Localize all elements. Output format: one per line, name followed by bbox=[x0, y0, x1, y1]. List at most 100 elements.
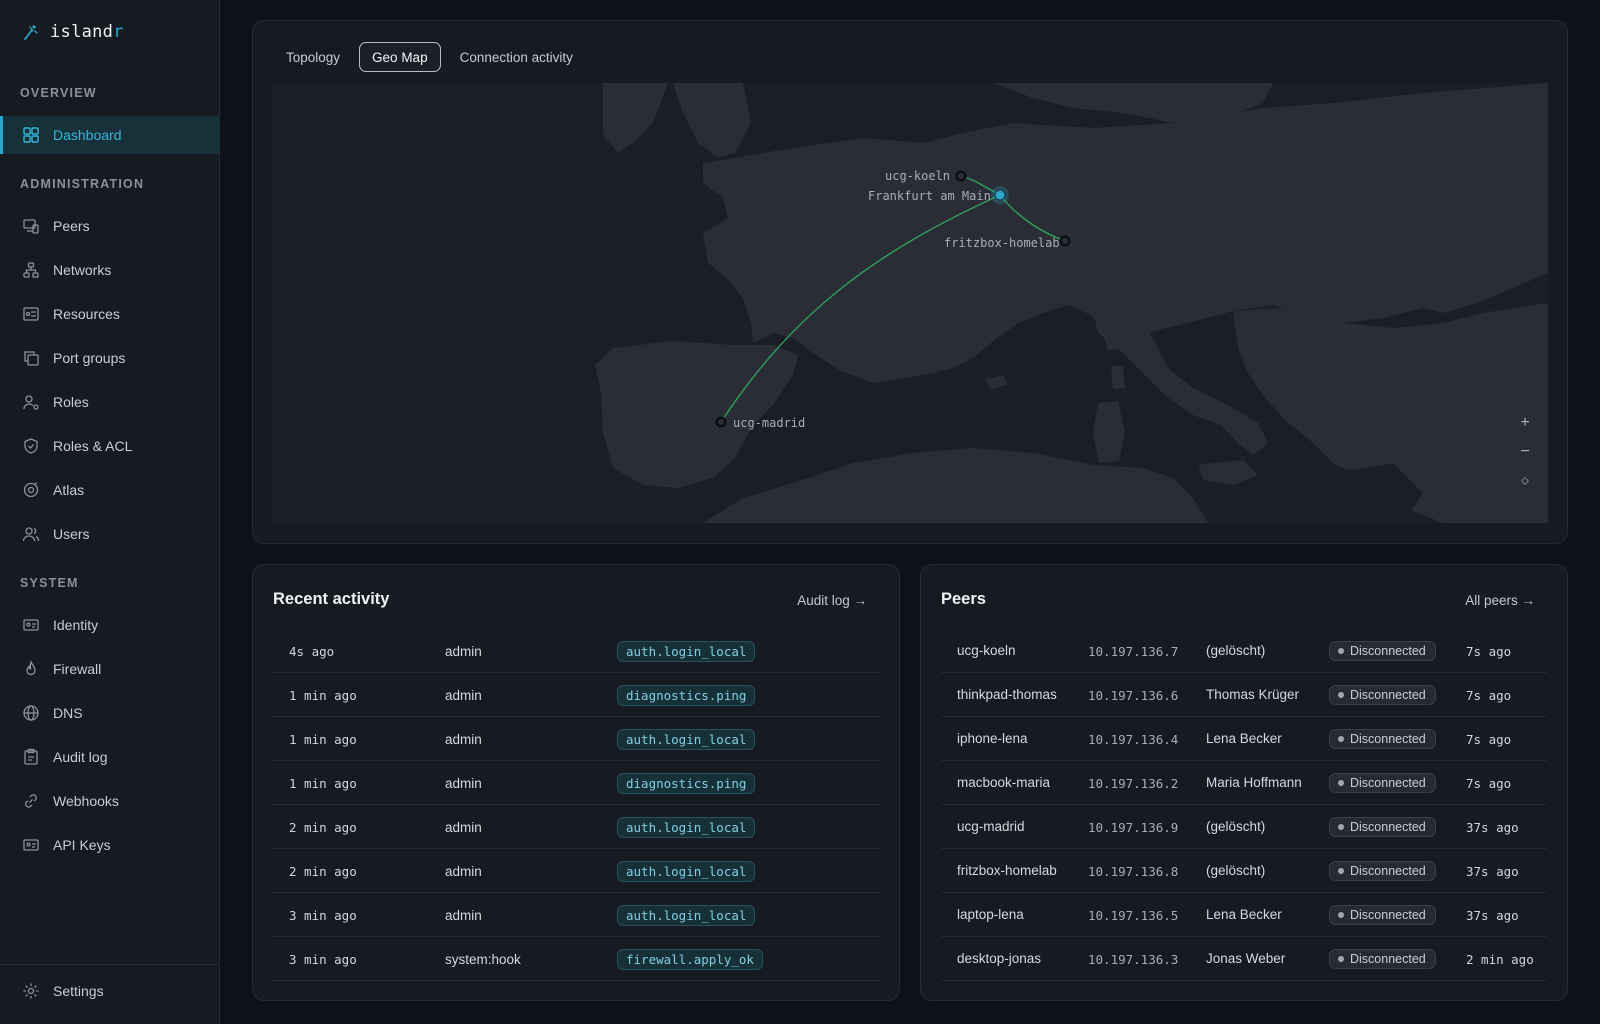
status-label: Disconnected bbox=[1350, 688, 1426, 702]
sidebar-item-port-groups[interactable]: Port groups bbox=[0, 339, 219, 377]
card-title: Recent activity bbox=[273, 590, 390, 608]
status-dot-icon bbox=[1338, 868, 1344, 874]
sidebar-item-roles[interactable]: Roles bbox=[0, 383, 219, 421]
activity-row[interactable]: 1 min ago admin diagnostics.ping bbox=[273, 761, 879, 805]
sidebar-item-atlas[interactable]: Atlas bbox=[0, 471, 219, 509]
sidebar-item-dns[interactable]: DNS bbox=[0, 694, 219, 732]
activity-row[interactable]: 2 min ago admin auth.login_local bbox=[273, 805, 879, 849]
activity-row[interactable]: 3 min ago admin auth.login_local bbox=[273, 893, 879, 937]
tab-connection-activity[interactable]: Connection activity bbox=[447, 42, 586, 72]
activity-actor: admin bbox=[445, 819, 482, 835]
tab-topology[interactable]: Topology bbox=[273, 42, 353, 72]
sidebar-item-firewall[interactable]: Firewall bbox=[0, 650, 219, 688]
sidebar-item-label: Peers bbox=[53, 218, 90, 234]
geo-map[interactable]: ucg-koeln Frankfurt am Main fritzbox-hom… bbox=[273, 83, 1548, 523]
sidebar-item-webhooks[interactable]: Webhooks bbox=[0, 782, 219, 820]
status-badge: Disconnected bbox=[1329, 729, 1436, 749]
target-icon bbox=[22, 481, 40, 499]
peer-row[interactable]: fritzbox-homelab 10.197.136.8 (gelöscht) Di… bbox=[941, 849, 1547, 893]
peer-row[interactable]: ucg-koeln 10.197.136.7 (gelöscht) Disconnec… bbox=[941, 629, 1547, 673]
peer-name[interactable]: fritzbox-homelab bbox=[957, 849, 1067, 893]
status-dot-icon bbox=[1338, 736, 1344, 742]
tab-geo-map[interactable]: Geo Map bbox=[359, 42, 441, 72]
peer-row[interactable]: macbook-maria 10.197.136.2 Maria Hoffmann D… bbox=[941, 761, 1547, 805]
peer-owner: Maria Hoffmann bbox=[1206, 775, 1302, 790]
sidebar-item-peers[interactable]: Peers bbox=[0, 207, 219, 245]
status-badge: Disconnected bbox=[1329, 861, 1436, 881]
logo[interactable]: islandr bbox=[22, 20, 124, 44]
peer-name[interactable]: thinkpad-thomas bbox=[957, 673, 1067, 717]
audit-log-link[interactable]: Audit log → bbox=[797, 593, 867, 608]
peer-last-seen: 7s ago bbox=[1466, 643, 1512, 659]
peer-name[interactable]: desktop-jonas bbox=[957, 937, 1067, 981]
sidebar-item-resources[interactable]: Resources bbox=[0, 295, 219, 333]
card-title: Peers bbox=[941, 590, 986, 608]
peer-name[interactable]: iphone-lena bbox=[957, 717, 1067, 761]
peer-last-seen: 7s ago bbox=[1466, 731, 1512, 747]
all-peers-link[interactable]: All peers → bbox=[1465, 593, 1535, 608]
sidebar-item-dashboard[interactable]: Dashboard bbox=[0, 116, 219, 154]
sidebar-item-label: Dashboard bbox=[53, 127, 122, 143]
peer-ip: 10.197.136.2 bbox=[1088, 775, 1179, 791]
peer-name[interactable]: ucg-koeln bbox=[957, 629, 1067, 673]
peer-name[interactable]: macbook-maria bbox=[957, 761, 1067, 805]
status-badge: Disconnected bbox=[1329, 773, 1436, 793]
sidebar-item-settings[interactable]: Settings bbox=[0, 972, 219, 1010]
peer-status: Disconnected bbox=[1329, 805, 1436, 849]
peer-status: Disconnected bbox=[1329, 849, 1436, 893]
peer-name[interactable]: laptop-lena bbox=[957, 893, 1067, 937]
peer-row[interactable]: thinkpad-thomas 10.197.136.6 Thomas Krüger… bbox=[941, 673, 1547, 717]
sidebar-item-networks[interactable]: Networks bbox=[0, 251, 219, 289]
reset-view-button[interactable]: ⬦ bbox=[1513, 469, 1537, 493]
activity-actor: admin bbox=[445, 643, 482, 659]
zoom-out-button[interactable]: − bbox=[1513, 440, 1537, 464]
status-label: Disconnected bbox=[1350, 820, 1426, 834]
peer-row[interactable]: laptop-lena 10.197.136.5 Lena Becker Discon… bbox=[941, 893, 1547, 937]
activity-event: firewall.apply_ok bbox=[617, 937, 763, 981]
land-sicily bbox=[1198, 460, 1258, 485]
shield-check-icon bbox=[22, 437, 40, 455]
peer-row[interactable]: iphone-lena 10.197.136.4 Lena Becker Discon… bbox=[941, 717, 1547, 761]
land-britain bbox=[673, 83, 751, 158]
activity-actor: system:hook bbox=[445, 951, 521, 967]
activity-list: 4s ago admin auth.login_local 1 min ago admi… bbox=[273, 629, 879, 981]
land-sardinia bbox=[1093, 401, 1125, 463]
peer-owner: Thomas Krüger bbox=[1206, 687, 1300, 702]
activity-event: diagnostics.ping bbox=[617, 673, 756, 717]
peer-name[interactable]: ucg-madrid bbox=[957, 805, 1067, 849]
activity-event: diagnostics.ping bbox=[617, 761, 756, 805]
activity-time: 2 min ago bbox=[289, 863, 357, 879]
sidebar-item-identity[interactable]: Identity bbox=[0, 606, 219, 644]
activity-row[interactable]: 1 min ago admin diagnostics.ping bbox=[273, 673, 879, 717]
activity-row[interactable]: 4s ago admin auth.login_local bbox=[273, 629, 879, 673]
peer-status: Disconnected bbox=[1329, 893, 1436, 937]
activity-row[interactable]: 3 min ago system:hook firewall.apply_ok bbox=[273, 937, 879, 981]
status-dot-icon bbox=[1338, 956, 1344, 962]
section-title-overview: OVERVIEW bbox=[20, 86, 97, 100]
activity-row[interactable]: 2 min ago admin auth.login_local bbox=[273, 849, 879, 893]
status-label: Disconnected bbox=[1350, 732, 1426, 746]
map-label-frankfurt[interactable]: Frankfurt am Main bbox=[868, 189, 991, 203]
peer-last-seen: 37s ago bbox=[1466, 907, 1519, 923]
sidebar-item-users[interactable]: Users bbox=[0, 515, 219, 553]
peer-row[interactable]: desktop-jonas 10.197.136.3 Jonas Weber Disc… bbox=[941, 937, 1547, 981]
id-card-icon bbox=[22, 616, 40, 634]
sidebar-item-roles-acl[interactable]: Roles & ACL bbox=[0, 427, 219, 465]
sidebar-item-label: Audit log bbox=[53, 749, 108, 765]
sidebar-item-audit-log[interactable]: Audit log bbox=[0, 738, 219, 776]
sidebar: islandr OVERVIEW Dashboard ADMINISTRATIO… bbox=[0, 0, 220, 1024]
peer-owner: (gelöscht) bbox=[1206, 819, 1266, 834]
status-badge: Disconnected bbox=[1329, 817, 1436, 837]
sidebar-item-api-keys[interactable]: API Keys bbox=[0, 826, 219, 864]
activity-row[interactable]: 1 min ago admin auth.login_local bbox=[273, 717, 879, 761]
users-icon bbox=[22, 525, 40, 543]
activity-event: auth.login_local bbox=[617, 717, 756, 761]
zoom-in-button[interactable]: + bbox=[1513, 411, 1537, 435]
status-dot-icon bbox=[1338, 692, 1344, 698]
map-label-madrid[interactable]: ucg-madrid bbox=[733, 416, 805, 430]
peer-row[interactable]: ucg-madrid 10.197.136.9 (gelöscht) Disconne… bbox=[941, 805, 1547, 849]
peer-status: Disconnected bbox=[1329, 761, 1436, 805]
map-label-fritzbox[interactable]: fritzbox-homelab bbox=[944, 236, 1060, 250]
map-tabs: Topology Geo Map Connection activity bbox=[273, 42, 586, 72]
map-label-koeln[interactable]: ucg-koeln bbox=[885, 169, 950, 183]
